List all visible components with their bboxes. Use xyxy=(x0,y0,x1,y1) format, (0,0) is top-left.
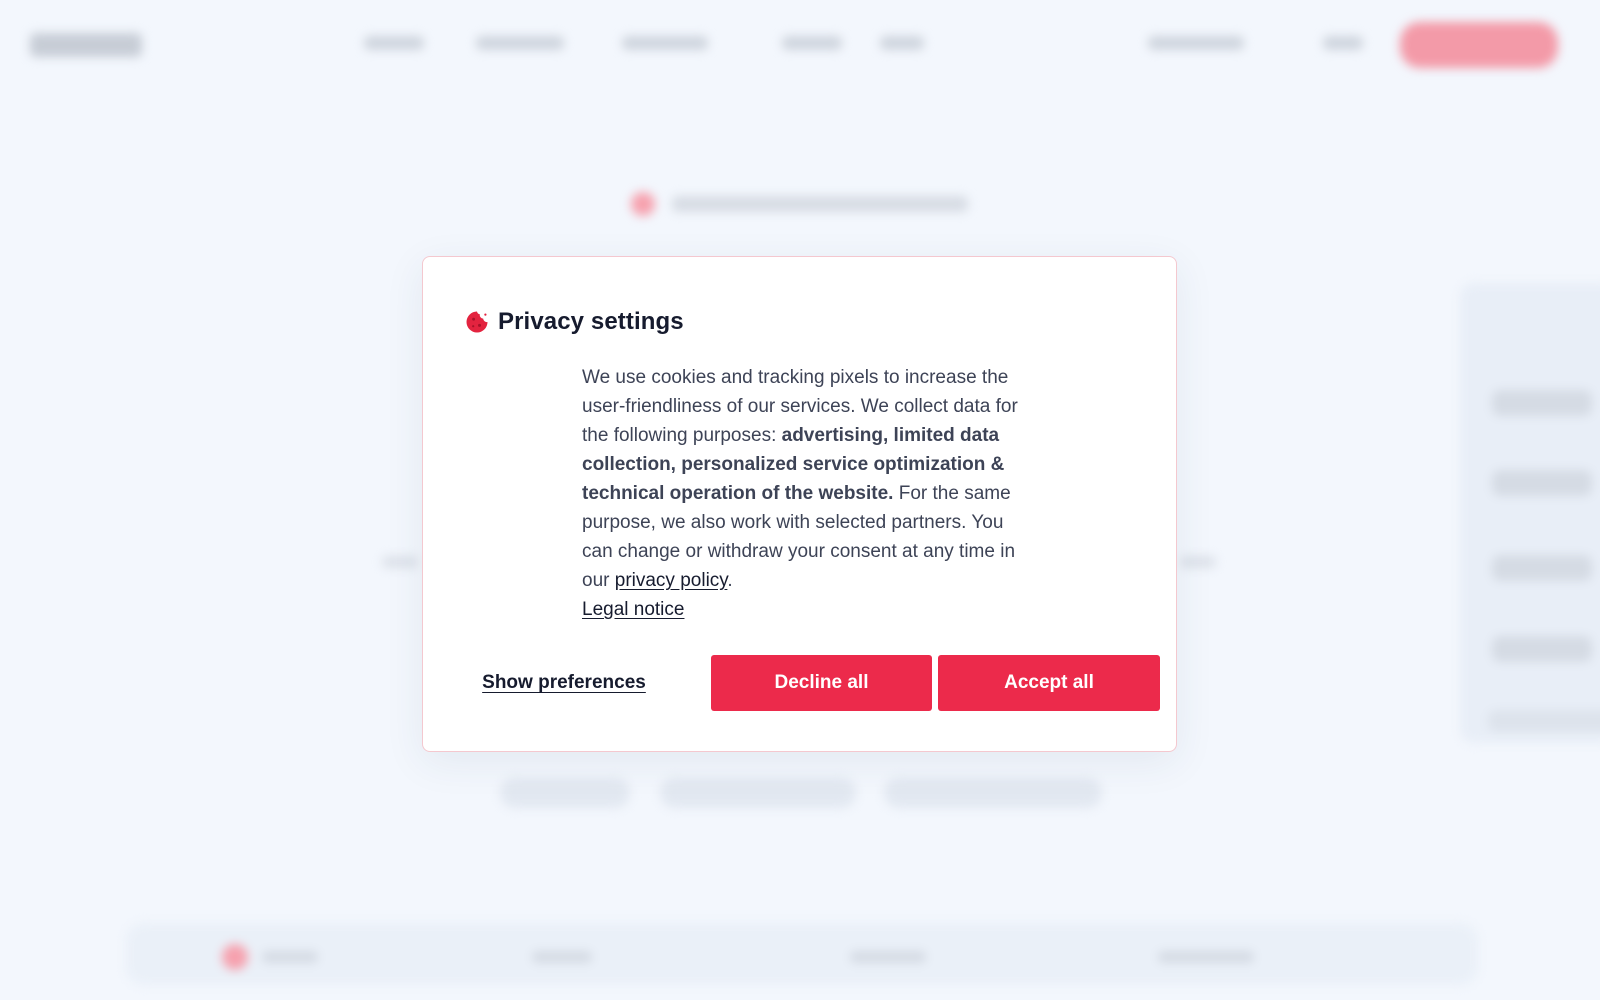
consent-text: We use cookies and tracking pixels to in… xyxy=(582,363,1034,595)
privacy-policy-link[interactable]: privacy policy xyxy=(615,570,728,591)
privacy-settings-dialog: Privacy settings We use cookies and trac… xyxy=(422,256,1177,752)
dialog-actions: Show preferences Decline all Accept all xyxy=(465,655,1160,711)
dialog-body: We use cookies and tracking pixels to in… xyxy=(582,363,1034,624)
legal-notice-link[interactable]: Legal notice xyxy=(582,595,684,624)
sentence-period: . xyxy=(727,570,733,591)
accept-all-button[interactable]: Accept all xyxy=(938,655,1160,711)
dialog-header: Privacy settings xyxy=(465,308,684,336)
cookie-icon xyxy=(465,310,489,334)
show-preferences-button[interactable]: Show preferences xyxy=(465,655,663,711)
modal-overlay: Privacy settings We use cookies and trac… xyxy=(0,0,1600,1000)
decline-all-button[interactable]: Decline all xyxy=(711,655,932,711)
dialog-title: Privacy settings xyxy=(498,308,684,335)
